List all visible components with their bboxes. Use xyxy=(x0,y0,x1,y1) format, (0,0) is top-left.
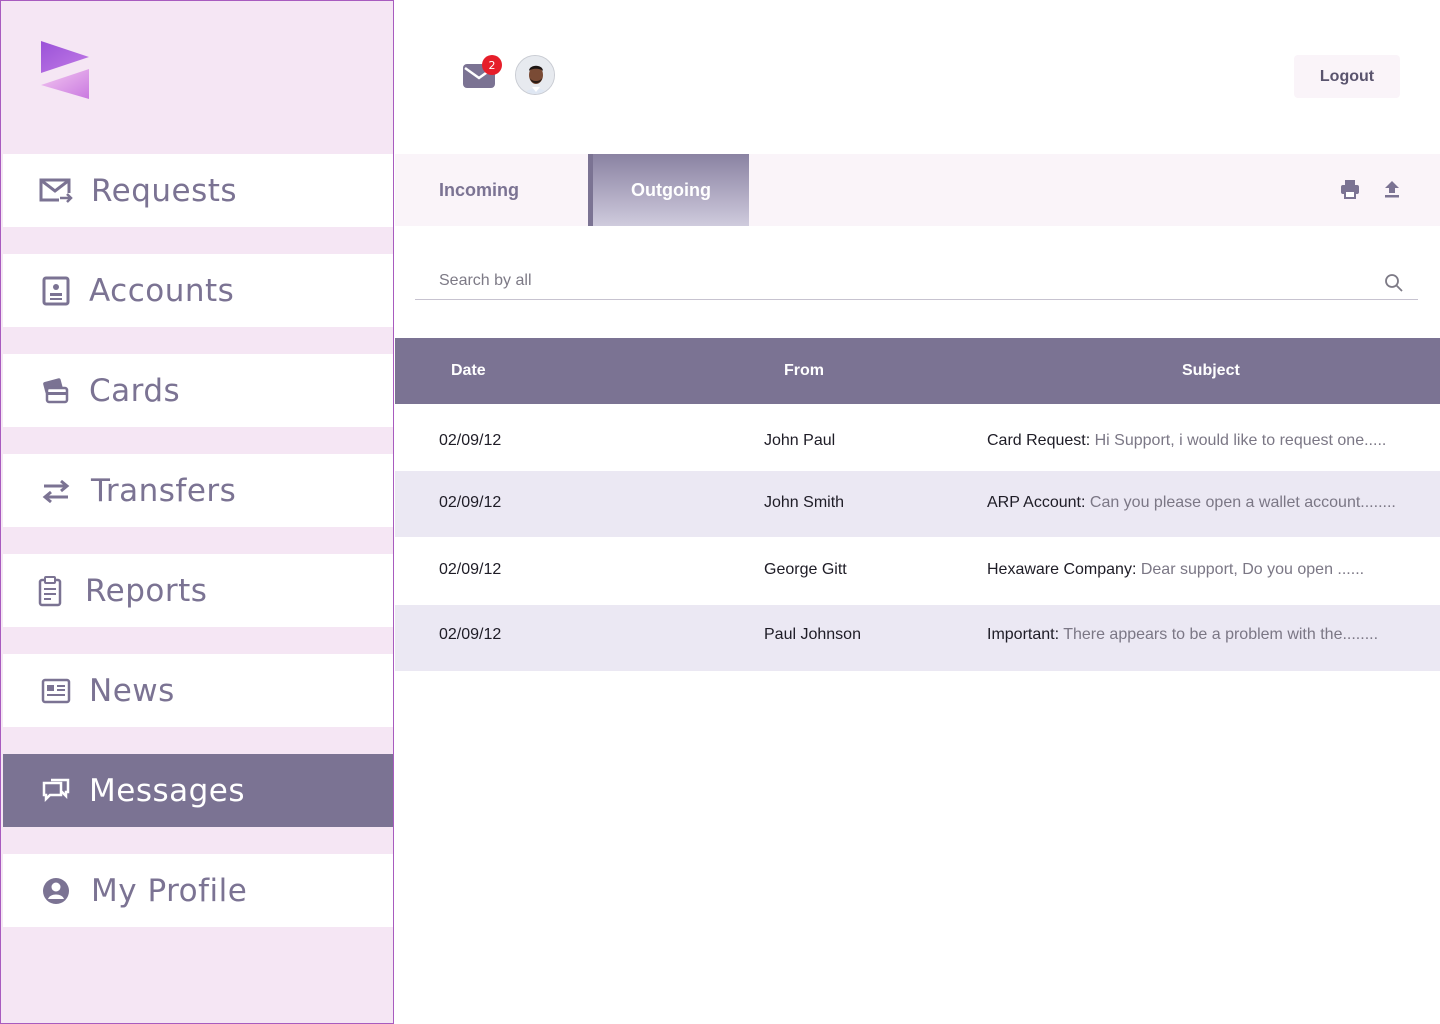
subject-text: Can you please open a wallet account....… xyxy=(1085,494,1396,511)
table-row[interactable]: 02/09/12 John Paul Card Request: Hi Supp… xyxy=(395,404,1440,471)
cell-subject: Card Request: Hi Support, i would like t… xyxy=(987,432,1386,450)
search-bar xyxy=(415,262,1418,300)
cell-from: Paul Johnson xyxy=(764,626,861,643)
sidebar-item-my-profile[interactable]: My Profile xyxy=(3,854,393,927)
subject-text: There appears to be a problem with the..… xyxy=(1059,626,1379,643)
sidebar-item-label: My Profile xyxy=(91,872,248,909)
cell-from: John Paul xyxy=(764,432,836,449)
cell-date: 02/09/12 xyxy=(439,626,502,643)
sidebar-item-label: Transfers xyxy=(91,472,237,509)
sidebar-item-label: Requests xyxy=(91,172,238,209)
swap-arrows-icon xyxy=(39,474,73,508)
cell-date: 02/09/12 xyxy=(439,432,502,449)
account-card-icon xyxy=(39,274,73,308)
notification-badge: 2 xyxy=(482,55,502,75)
column-header-from[interactable]: From xyxy=(784,362,824,380)
sidebar-item-transfers[interactable]: Transfers xyxy=(3,454,393,527)
credit-card-icon xyxy=(39,374,73,408)
sidebar-item-requests[interactable]: Requests xyxy=(3,154,393,227)
chat-bubbles-icon xyxy=(39,774,73,808)
app-root: Requests Accounts Cards Transfers Report… xyxy=(0,0,1440,1024)
subject-prefix: Important: xyxy=(987,626,1060,643)
subject-text: Hi Support, i would like to request one.… xyxy=(1090,432,1387,449)
tab-outgoing[interactable]: Outgoing xyxy=(588,154,749,226)
upload-icon[interactable] xyxy=(1381,178,1403,200)
subject-text: Dear support, Do you open ...... xyxy=(1136,561,1365,578)
sidebar-item-label: Reports xyxy=(85,572,208,609)
sidebar-item-reports[interactable]: Reports xyxy=(3,554,393,627)
sidebar-item-label: News xyxy=(89,672,175,709)
search-input[interactable] xyxy=(415,262,1375,299)
sidebar-item-messages[interactable]: Messages xyxy=(3,754,393,827)
cell-subject: Important: There appears to be a problem… xyxy=(987,626,1378,644)
brand-logo-icon[interactable] xyxy=(39,39,93,101)
cell-date: 02/09/12 xyxy=(439,494,502,511)
sidebar-item-label: Accounts xyxy=(89,272,235,309)
user-circle-icon xyxy=(39,874,73,908)
table-row[interactable]: 02/09/12 George Gitt Hexaware Company: D… xyxy=(395,537,1440,605)
clipboard-icon xyxy=(33,574,67,608)
sidebar-item-news[interactable]: News xyxy=(3,654,393,727)
newspaper-icon xyxy=(39,674,73,708)
table-row[interactable]: 02/09/12 John Smith ARP Account: Can you… xyxy=(395,471,1440,537)
mail-forward-icon xyxy=(39,174,73,208)
sidebar-item-label: Messages xyxy=(89,772,246,809)
cell-subject: ARP Account: Can you please open a walle… xyxy=(987,494,1396,512)
cell-from: John Smith xyxy=(764,494,845,511)
column-header-subject[interactable]: Subject xyxy=(1182,362,1240,380)
sidebar-item-cards[interactable]: Cards xyxy=(3,354,393,427)
search-icon[interactable] xyxy=(1384,273,1404,293)
table-header: Date From Subject xyxy=(395,338,1440,404)
table-row[interactable]: 02/09/12 Paul Johnson Important: There a… xyxy=(395,605,1440,671)
cell-subject: Hexaware Company: Dear support, Do you o… xyxy=(987,561,1364,579)
sidebar: Requests Accounts Cards Transfers Report… xyxy=(0,0,394,1024)
sidebar-item-label: Cards xyxy=(89,372,181,409)
sidebar-item-accounts[interactable]: Accounts xyxy=(3,254,393,327)
print-icon[interactable] xyxy=(1339,178,1361,200)
tab-bar: Incoming Outgoing xyxy=(395,154,1440,226)
cell-date: 02/09/12 xyxy=(439,561,502,578)
subject-prefix: Card Request: xyxy=(987,432,1091,449)
tab-incoming[interactable]: Incoming xyxy=(395,154,587,226)
cell-from: George Gitt xyxy=(764,561,847,578)
avatar[interactable] xyxy=(515,55,555,95)
column-header-date[interactable]: Date xyxy=(451,362,486,380)
subject-prefix: ARP Account: xyxy=(987,494,1086,511)
logout-button[interactable]: Logout xyxy=(1294,55,1400,98)
subject-prefix: Hexaware Company: xyxy=(987,561,1137,578)
